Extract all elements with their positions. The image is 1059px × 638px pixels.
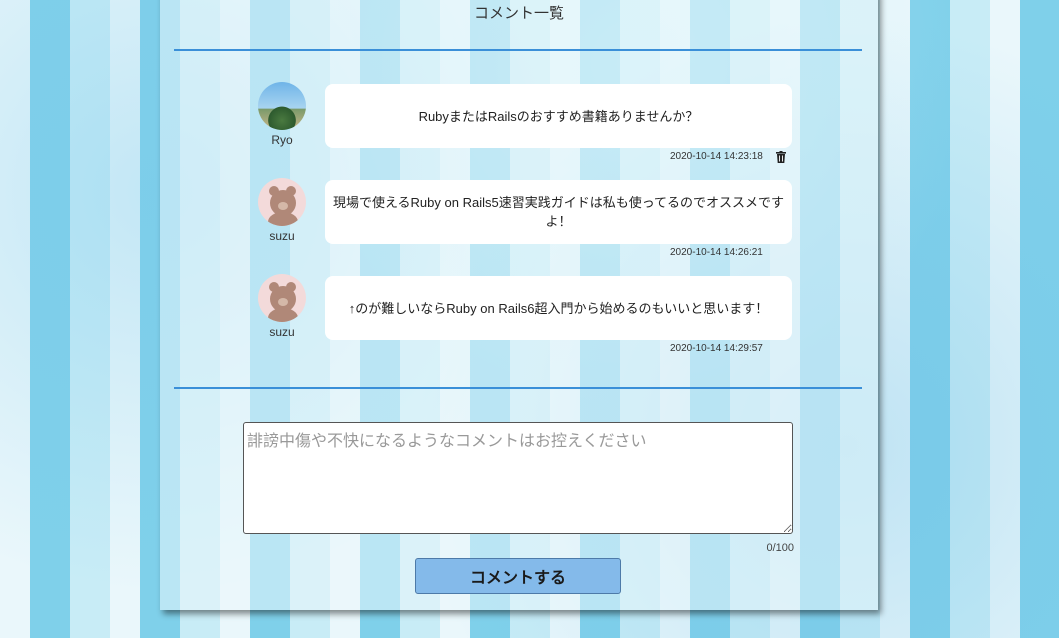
comment-textarea[interactable] — [243, 422, 793, 534]
comment-timestamp: 2020-10-14 14:29:57 — [670, 343, 763, 354]
comment-username: suzu — [269, 325, 295, 339]
comment-username: Ryo — [271, 133, 293, 147]
user-avatar[interactable] — [258, 82, 306, 130]
submit-comment-button[interactable]: コメントする — [415, 558, 621, 594]
comment-bubble: RubyまたはRailsのおすすめ書籍ありませんか？ — [325, 84, 792, 148]
comment-timestamp: 2020-10-14 14:23:18 — [670, 151, 763, 162]
user-avatar[interactable] — [258, 178, 306, 226]
bear-avatar-snout — [278, 202, 288, 210]
comment-item: suzu ↑のが難しいならRuby on Rails6超入門から始めるのもいいと… — [258, 274, 794, 366]
comment-bubble: ↑のが難しいならRuby on Rails6超入門から始めるのもいいと思います！ — [325, 276, 792, 340]
divider — [174, 387, 862, 389]
comment-item: Ryo RubyまたはRailsのおすすめ書籍ありませんか？ 2020-10-1… — [258, 82, 794, 174]
comment-username: suzu — [269, 229, 295, 243]
comment-bubble: 現場で使えるRuby on Rails5速習実践ガイドは私も使ってるのでオススメ… — [325, 180, 792, 244]
trash-icon[interactable] — [776, 151, 786, 163]
bear-avatar-snout — [278, 298, 288, 306]
page-title: コメント一覧 — [473, 4, 564, 22]
divider — [174, 49, 862, 51]
character-counter: 0/100 — [766, 542, 794, 554]
comment-item: suzu 現場で使えるRuby on Rails5速習実践ガイドは私も使ってるの… — [258, 178, 794, 270]
comment-timestamp: 2020-10-14 14:26:21 — [670, 247, 763, 258]
user-avatar[interactable] — [258, 274, 306, 322]
